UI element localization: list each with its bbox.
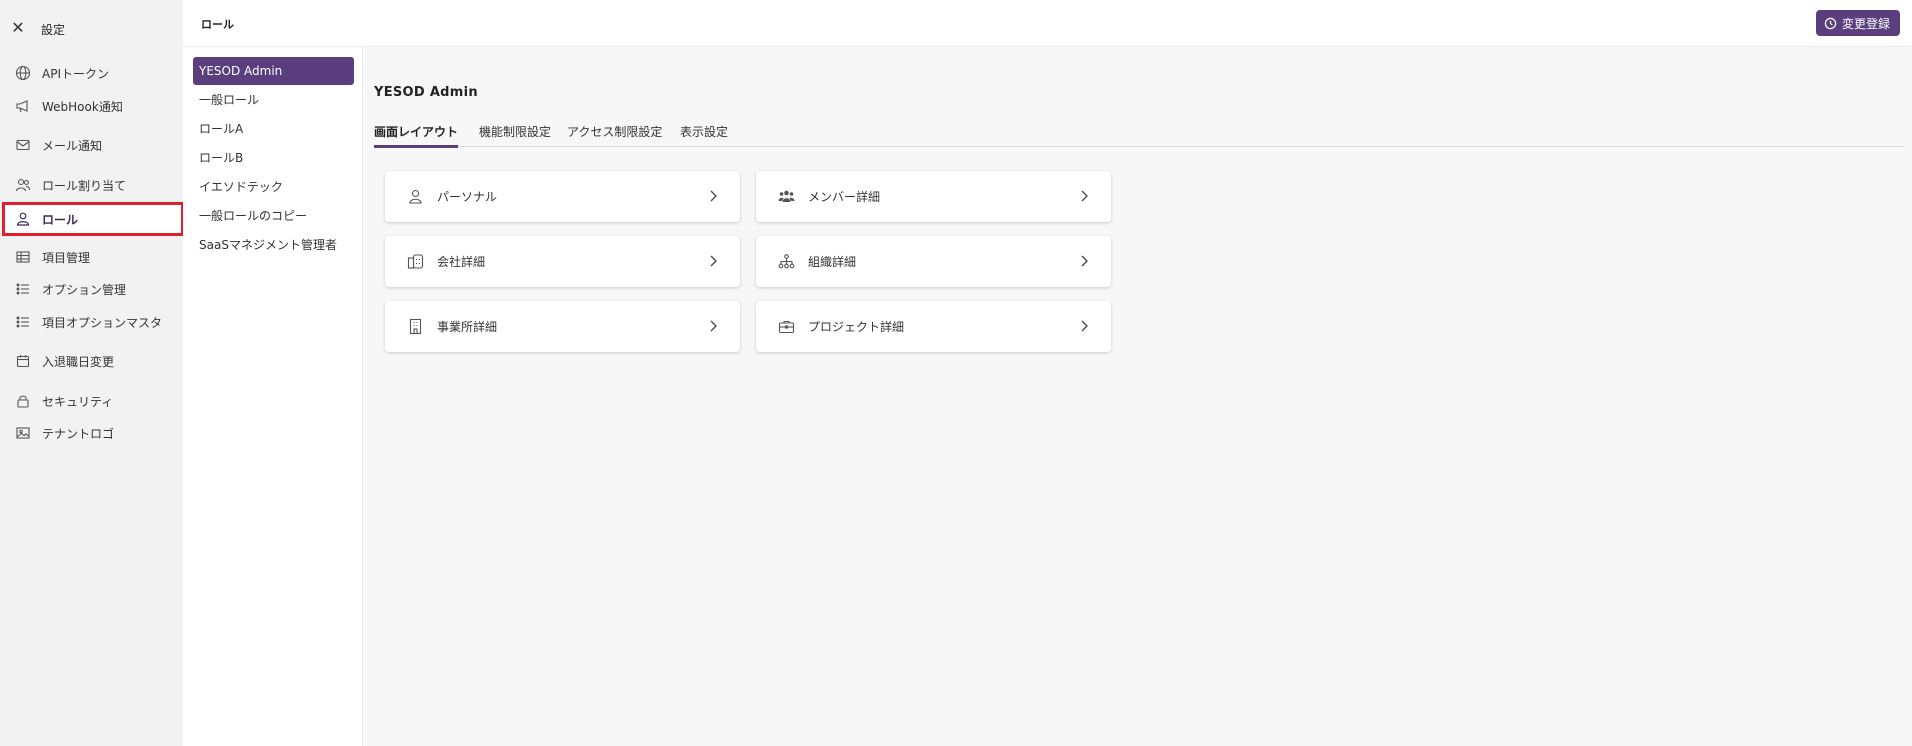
users-icon <box>15 177 31 193</box>
role-list: YESOD Admin 一般ロール ロールA ロールB イエソドテック 一般ロー… <box>183 47 363 746</box>
main-content: YESOD Admin 画面レイアウト 機能制限設定 アクセス制限設定 表示設定… <box>364 47 1912 746</box>
sidebar-item-field-option-master[interactable]: 項目オプションマスタ <box>5 308 181 336</box>
page-title: ロール <box>201 18 234 31</box>
user-icon <box>15 211 31 227</box>
role-title: YESOD Admin <box>374 85 478 100</box>
tab-feature-restriction[interactable]: 機能制限設定 <box>479 123 551 147</box>
mail-icon <box>15 137 31 153</box>
sidebar-item-mail[interactable]: メール通知 <box>5 131 181 159</box>
org-chart-icon <box>778 253 795 270</box>
chevron-right-icon <box>708 319 718 333</box>
role-item-general[interactable]: 一般ロール <box>193 86 354 114</box>
person-icon <box>407 188 424 205</box>
card-organization-details[interactable]: 組織詳細 <box>756 236 1111 287</box>
sidebar-item-role[interactable]: ロール <box>2 202 184 236</box>
settings-sidebar: ✕ 設定 APIトークン WebHook通知 メール通知 ロール割り当て ロール <box>0 0 184 746</box>
sidebar-item-label: セキュリティ <box>42 395 114 409</box>
sidebar-item-label: メール通知 <box>42 139 103 153</box>
chevron-right-icon <box>1079 319 1089 333</box>
role-item-yesod-admin[interactable]: YESOD Admin <box>193 57 354 85</box>
briefcase-icon <box>778 318 795 335</box>
sidebar-item-webhook[interactable]: WebHook通知 <box>5 92 181 120</box>
sidebar-item-role-assignment[interactable]: ロール割り当て <box>5 171 181 199</box>
company-icon <box>407 253 424 270</box>
card-label: 会社詳細 <box>437 255 486 269</box>
sidebar-item-security[interactable]: セキュリティ <box>5 387 181 415</box>
role-item-role-a[interactable]: ロールA <box>193 115 354 143</box>
tab-display-settings[interactable]: 表示設定 <box>680 123 728 147</box>
card-personal[interactable]: パーソナル <box>385 171 740 222</box>
card-label: メンバー詳細 <box>808 190 881 204</box>
sidebar-item-label: 項目オプションマスタ <box>42 316 163 330</box>
members-icon <box>778 188 795 205</box>
card-label: プロジェクト詳細 <box>808 320 905 334</box>
chevron-right-icon <box>1079 254 1089 268</box>
list-icon <box>15 314 31 330</box>
sidebar-item-join-leave-date[interactable]: 入退職日変更 <box>5 347 181 375</box>
sidebar-item-label: オプション管理 <box>42 283 127 297</box>
card-company-details[interactable]: 会社詳細 <box>385 236 740 287</box>
sidebar-item-label: 入退職日変更 <box>42 355 115 369</box>
table-icon <box>15 249 31 265</box>
sidebar-item-label: ロール <box>42 213 79 227</box>
sidebar-item-label: ロール割り当て <box>42 179 127 193</box>
card-label: 事業所詳細 <box>437 320 498 334</box>
sidebar-item-tenant-logo[interactable]: テナントロゴ <box>5 419 181 447</box>
globe-icon <box>15 65 31 81</box>
role-item-saas-management[interactable]: SaaSマネジメント管理者 <box>193 231 354 259</box>
tab-bar: 画面レイアウト 機能制限設定 アクセス制限設定 表示設定 <box>374 119 1904 148</box>
sidebar-item-label: WebHook通知 <box>42 100 123 114</box>
clock-icon <box>1824 17 1837 30</box>
chevron-right-icon <box>708 254 718 268</box>
card-member-details[interactable]: メンバー詳細 <box>756 171 1111 222</box>
chevron-right-icon <box>708 189 718 203</box>
role-item-general-copy[interactable]: 一般ロールのコピー <box>193 202 354 230</box>
megaphone-icon <box>15 98 31 114</box>
sidebar-title: 設定 <box>41 23 66 37</box>
sidebar-item-label: 項目管理 <box>42 251 91 265</box>
calendar-icon <box>15 353 31 369</box>
card-label: 組織詳細 <box>808 255 857 269</box>
register-changes-button[interactable]: 変更登録 <box>1815 10 1900 36</box>
role-item-role-b[interactable]: ロールB <box>193 144 354 172</box>
sidebar-item-option-management[interactable]: オプション管理 <box>5 275 181 303</box>
sidebar-item-label: APIトークン <box>42 67 109 81</box>
role-item-yesod-tech[interactable]: イエソドテック <box>193 173 354 201</box>
image-icon <box>15 425 31 441</box>
sidebar-item-api-token[interactable]: APIトークン <box>5 59 181 87</box>
sidebar-item-field-management[interactable]: 項目管理 <box>5 243 181 271</box>
list-icon <box>15 281 31 297</box>
chevron-right-icon <box>1079 189 1089 203</box>
sidebar-item-label: テナントロゴ <box>42 427 115 441</box>
lock-icon <box>15 393 31 409</box>
card-label: パーソナル <box>437 190 498 204</box>
office-building-icon <box>407 318 424 335</box>
tab-screen-layout[interactable]: 画面レイアウト <box>374 123 459 148</box>
sidebar-header: ✕ 設定 <box>0 14 183 44</box>
register-button-label: 変更登録 <box>1841 16 1890 31</box>
top-bar: ロール 変更登録 <box>183 0 1912 47</box>
tab-access-restriction[interactable]: アクセス制限設定 <box>567 123 662 147</box>
card-office-details[interactable]: 事業所詳細 <box>385 301 740 352</box>
close-icon[interactable]: ✕ <box>10 20 26 36</box>
card-project-details[interactable]: プロジェクト詳細 <box>756 301 1111 352</box>
